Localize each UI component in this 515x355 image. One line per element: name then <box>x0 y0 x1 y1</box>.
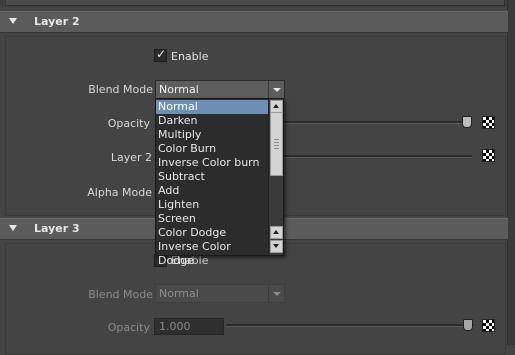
layer3-blend-mode-select[interactable]: Normal <box>155 284 285 303</box>
layer3-header-title: Layer 3 <box>34 222 80 235</box>
layer2-section-header[interactable]: Layer 2 <box>0 11 508 33</box>
blend-option-lighten[interactable]: Lighten <box>156 198 268 212</box>
layer2-enable-checkbox[interactable]: ✓ <box>154 47 167 62</box>
chevron-down-icon[interactable] <box>268 285 284 302</box>
layer2-opacity-slider-handle[interactable] <box>462 116 472 128</box>
blend-option-color-dodge[interactable]: Color Dodge <box>156 226 268 240</box>
layer2-opacity-label: Opacity <box>107 117 150 130</box>
layer2-blend-mode-value: Normal <box>159 83 199 96</box>
layer2-header-title: Layer 2 <box>34 15 80 28</box>
layer2-blend-mode-select[interactable]: Normal <box>155 80 285 99</box>
layer3-opacity-checker-icon[interactable] <box>482 319 495 332</box>
chevron-down-icon[interactable] <box>268 81 284 98</box>
layer3-opacity-field[interactable]: 1.000 <box>154 318 224 335</box>
blend-option-inverse-color-dodge[interactable]: Inverse Color Dodge <box>156 240 268 267</box>
layer2-layer-checker-icon[interactable] <box>482 149 495 162</box>
blend-option-add[interactable]: Add <box>156 184 268 198</box>
check-icon: ✓ <box>156 47 167 61</box>
collapse-arrow-icon[interactable] <box>9 225 17 231</box>
layer3-opacity-slider-track[interactable] <box>226 324 474 327</box>
layer3-opacity-label: Opacity <box>107 321 150 334</box>
scroll-down-arrow-icon[interactable] <box>270 240 283 253</box>
scroll-up-arrow-icon[interactable] <box>270 226 283 239</box>
layer3-opacity-slider-handle[interactable] <box>463 319 473 331</box>
dropdown-scroll-thumb[interactable] <box>270 112 283 176</box>
blend-option-multiply[interactable]: Multiply <box>156 128 268 142</box>
blend-option-color-burn[interactable]: Color Burn <box>156 142 268 156</box>
blend-mode-dropdown-list[interactable]: Normal Darken Multiply Color Burn Invers… <box>155 98 284 267</box>
layer2-enable-label: Enable <box>171 50 209 63</box>
collapse-arrow-icon[interactable] <box>9 18 17 24</box>
blend-option-inverse-color-burn[interactable]: Inverse Color burn <box>156 156 268 170</box>
layer2-blend-mode-label: Blend Mode <box>88 83 153 96</box>
blend-option-normal[interactable]: Normal <box>156 100 268 114</box>
layer2-opacity-slider-track[interactable] <box>282 121 472 124</box>
panel-scrollbar[interactable] <box>507 0 515 345</box>
blend-option-darken[interactable]: Darken <box>156 114 268 128</box>
layer3-opacity-value: 1.000 <box>159 320 191 333</box>
blend-option-screen[interactable]: Screen <box>156 212 268 226</box>
layer3-blend-mode-value: Normal <box>159 287 199 300</box>
layer2-opacity-checker-icon[interactable] <box>482 116 495 129</box>
blend-option-subtract[interactable]: Subtract <box>156 170 268 184</box>
layer3-blend-mode-label: Blend Mode <box>88 288 153 301</box>
layer2-alpha-mode-label: Alpha Mode <box>87 186 152 199</box>
previous-section-edge <box>0 0 508 7</box>
dropdown-scrollbar[interactable] <box>268 99 283 255</box>
layer2-layer-label: Layer 2 <box>110 151 152 164</box>
layer2-layer-slider-track[interactable] <box>282 155 472 158</box>
